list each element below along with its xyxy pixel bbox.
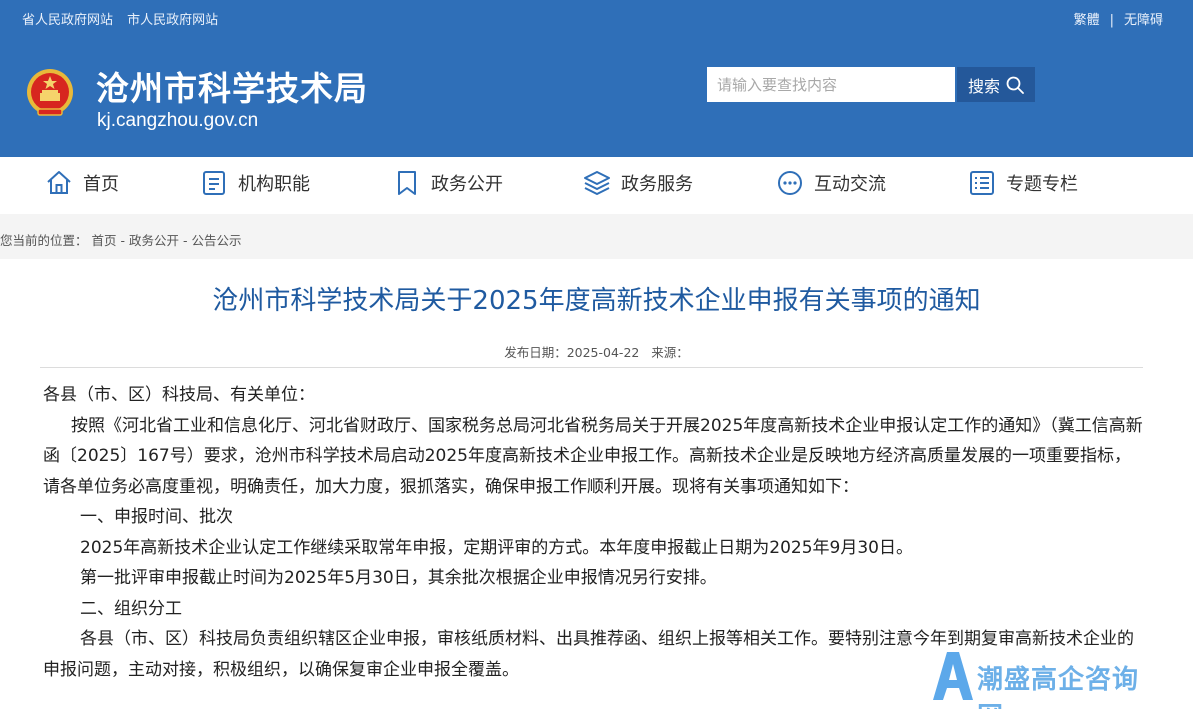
breadcrumb: 您当前的位置： 首页 - 政务公开 - 公告公示 [0, 230, 241, 249]
salutation: 各县（市、区）科技局、有关单位： [43, 385, 315, 405]
checklist-icon [970, 171, 994, 195]
breadcrumb-announcements[interactable]: 公告公示 [191, 233, 241, 248]
search-input[interactable] [707, 67, 955, 102]
top-bar: 省人民政府网站 市人民政府网站 繁體 | 无障碍 [0, 0, 1193, 34]
nav-item-label: 首页 [83, 174, 119, 195]
nav-item-special-topics[interactable]: 专题专栏 [968, 169, 1078, 197]
accessibility-link[interactable]: 无障碍 [1124, 13, 1163, 28]
nav-item-label: 政务服务 [621, 174, 693, 195]
top-links-right: 繁體 | 无障碍 [1074, 9, 1163, 28]
source-label: 来源： [651, 345, 689, 360]
breadcrumb-separator: - [179, 233, 192, 248]
top-links-left: 省人民政府网站 市人民政府网站 [22, 9, 228, 28]
top-links-separator: | [1109, 13, 1114, 28]
city-gov-link[interactable]: 市人民政府网站 [127, 13, 218, 28]
paragraph: 2025年高新技术企业认定工作继续采取常年申报，定期评审的方式。本年度申报截止日… [80, 537, 913, 558]
nav-item-gov-affairs-open[interactable]: 政务公开 [393, 169, 503, 197]
breadcrumb-gov-affairs[interactable]: 政务公开 [129, 233, 179, 248]
nav-item-organization[interactable]: 机构职能 [200, 169, 310, 197]
nav-item-label: 政务公开 [431, 174, 503, 195]
bookmark-icon [398, 171, 416, 195]
publish-date: 2025-04-22 [566, 345, 640, 360]
watermark-text: 潮盛高企咨询网 [977, 665, 1140, 709]
breadcrumb-prefix: 您当前的位置： [0, 233, 88, 248]
nav-item-gov-services[interactable]: 政务服务 [583, 169, 693, 197]
watermark: 潮盛高企咨询网 [925, 648, 1155, 709]
paragraph: 第一批评审申报截止时间为2025年5月30日，其余批次根据企业申报情况另行安排。 [80, 568, 717, 588]
national-emblem-icon [27, 69, 73, 116]
breadcrumb-separator: - [116, 233, 129, 248]
nav-item-label: 机构职能 [238, 174, 310, 195]
site-title[interactable]: 沧州市科学技术局 [96, 62, 368, 110]
search-button[interactable]: 搜索 [957, 67, 1035, 102]
nav-item-home[interactable]: 首页 [45, 169, 119, 197]
site-header: 省人民政府网站 市人民政府网站 繁體 | 无障碍 沧州市科学技术局 kj.cangz… [0, 0, 1193, 157]
layers-icon [584, 171, 610, 195]
article-divider [40, 367, 1143, 368]
article-body: 各县（市、区）科技局、有关单位： 按照《河北省工业和信息化厅、河北省财政厅、国家… [43, 380, 1143, 685]
site-url: kj.cangzhou.gov.cn [97, 110, 259, 131]
breadcrumb-home[interactable]: 首页 [92, 233, 117, 248]
publish-date-label: 发布日期： [504, 345, 567, 360]
breadcrumb-bar: 您当前的位置： 首页 - 政务公开 - 公告公示 [0, 214, 1193, 259]
paragraph: 按照《河北省工业和信息化厅、河北省财政厅、国家税务总局河北省税务局关于开展202… [43, 415, 1143, 497]
section-heading: 一、申报时间、批次 [80, 507, 233, 527]
article-meta: 发布日期：2025-04-22 来源： [0, 342, 1193, 361]
nav-item-label: 专题专栏 [1006, 174, 1078, 195]
chat-icon [778, 171, 802, 195]
home-icon [47, 171, 71, 194]
document-list-icon [203, 171, 225, 195]
search-button-label: 搜索 [967, 76, 1000, 96]
nav-item-label: 互动交流 [814, 174, 886, 195]
article-title: 沧州市科学技术局关于2025年度高新技术企业申报有关事项的通知 [212, 286, 981, 316]
nav-item-interaction[interactable]: 互动交流 [776, 169, 886, 197]
main-nav: 首页 机构职能 政务公开 政务服务 互动交流 专题专栏 [0, 157, 1193, 214]
search-icon [1006, 76, 1024, 94]
traditional-chinese-link[interactable]: 繁體 [1074, 13, 1100, 28]
province-gov-link[interactable]: 省人民政府网站 [22, 13, 113, 28]
watermark-logo-icon [933, 652, 973, 700]
section-heading: 二、组织分工 [80, 598, 182, 619]
